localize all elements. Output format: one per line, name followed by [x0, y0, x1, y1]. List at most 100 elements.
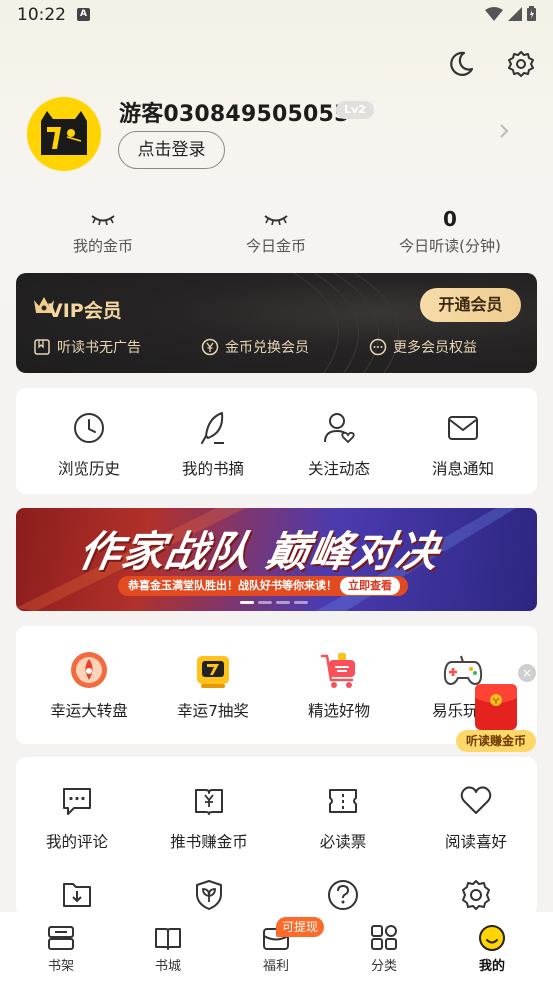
level-badge: Lv2	[336, 101, 374, 119]
activity-lucky7[interactable]: 幸运7抽奖	[148, 650, 278, 721]
quick-action-messages[interactable]: 消息通知	[398, 408, 528, 479]
login-button[interactable]: 点击登录	[118, 131, 225, 169]
activity-label: 精选好物	[307, 702, 370, 720]
pagination-dot	[240, 601, 254, 604]
gear-icon	[411, 875, 541, 915]
shopping-cart-icon	[274, 650, 404, 690]
banner-title: 作家战队 巅峰对决	[75, 527, 444, 576]
more-circle-icon	[369, 338, 387, 356]
lucky7-icon	[148, 650, 278, 690]
vip-perk-label: 更多会员权益	[393, 340, 477, 356]
tool-ticket[interactable]: 必读票	[278, 781, 408, 852]
clock-icon	[24, 408, 154, 448]
banner-cta-button[interactable]: 立即查看	[340, 577, 400, 595]
username: 游客030849505055	[119, 102, 350, 127]
tool-help[interactable]	[278, 875, 408, 915]
tools-card: 我的评论 推书赚金币 必读票 阅读喜好	[16, 757, 537, 917]
nav-label: 分类	[370, 959, 397, 974]
quick-action-label: 浏览历史	[57, 460, 120, 478]
battery-icon	[527, 6, 536, 21]
vip-perk-label: 金币兑换会员	[225, 340, 309, 356]
quick-action-notes[interactable]: 我的书摘	[148, 408, 278, 479]
settings-button[interactable]	[505, 48, 537, 80]
vip-perk-coin-exchange[interactable]: 金币兑换会员	[201, 337, 309, 357]
hidden-value-icon	[13, 205, 193, 233]
signal-icon	[508, 6, 522, 21]
floating-close-button[interactable]: ×	[518, 664, 536, 682]
wifi-icon	[485, 6, 503, 21]
quick-action-follow[interactable]: 关注动态	[274, 408, 404, 479]
stat-today-coins[interactable]: 今日金币	[186, 205, 366, 256]
book-icon	[34, 339, 50, 355]
tool-label: 推书赚金币	[170, 833, 248, 851]
activity-label: 幸运7抽奖	[177, 702, 249, 720]
grid-icon	[344, 924, 424, 952]
smile-icon	[452, 924, 532, 952]
nav-label: 福利	[262, 959, 289, 974]
heart-icon	[411, 781, 541, 821]
download-icon	[12, 875, 142, 915]
book-yen-icon	[144, 781, 274, 821]
help-icon	[278, 875, 408, 915]
red-packet-icon[interactable]	[475, 684, 517, 730]
nav-category[interactable]: 分类	[344, 924, 424, 974]
nav-label: 书城	[154, 959, 181, 974]
ticket-icon	[278, 781, 408, 821]
tool-label: 阅读喜好	[444, 833, 507, 851]
notification-icon: A	[77, 8, 90, 21]
night-mode-button[interactable]	[445, 48, 477, 80]
banner-pagination	[240, 601, 308, 604]
withdraw-badge: 可提现	[276, 917, 325, 937]
nav-label: 书架	[47, 959, 74, 974]
pagination-dot	[276, 601, 290, 604]
user-heart-icon	[274, 408, 404, 448]
nav-bookstore[interactable]: 书城	[128, 924, 208, 974]
stat-value: 0	[443, 207, 457, 231]
tool-label: 必读票	[319, 833, 367, 851]
vip-title: VIP会员	[48, 300, 122, 322]
stat-my-coins[interactable]: 我的金币	[13, 205, 193, 256]
hidden-value-icon	[186, 205, 366, 233]
gear-icon	[508, 51, 534, 77]
quill-icon	[148, 408, 278, 448]
cat-logo-icon	[41, 111, 87, 155]
moon-icon	[450, 51, 474, 76]
pagination-dot	[258, 601, 272, 604]
quick-action-history[interactable]: 浏览历史	[24, 408, 154, 479]
floating-earn-label[interactable]: 听读赚金币	[456, 730, 536, 752]
quick-action-label: 消息通知	[431, 460, 494, 478]
spin-wheel-icon	[24, 650, 154, 690]
open-book-icon	[128, 924, 208, 952]
vip-perk-more[interactable]: 更多会员权益	[369, 337, 477, 357]
leaf-shield-icon	[144, 875, 274, 915]
activity-wheel[interactable]: 幸运大转盘	[24, 650, 154, 721]
tool-youth-mode[interactable]	[144, 875, 274, 915]
tool-recommend[interactable]: 推书赚金币	[144, 781, 274, 852]
tool-comments[interactable]: 我的评论	[12, 781, 142, 852]
stat-label: 我的金币	[72, 237, 133, 255]
vip-perk-label: 听读书无广告	[57, 340, 141, 356]
nav-mine[interactable]: 我的	[452, 924, 532, 974]
nav-bookshelf[interactable]: 书架	[21, 924, 101, 974]
activities-card: 幸运大转盘 幸运7抽奖 精选好物 易乐玩游	[16, 626, 537, 744]
nav-label: 我的	[478, 959, 505, 974]
stat-today-listen[interactable]: 0 今日听读(分钟)	[360, 205, 540, 256]
comment-icon	[12, 781, 142, 821]
open-vip-button[interactable]: 开通会员	[420, 288, 521, 322]
quick-actions-card: 浏览历史 我的书摘 关注动态 消息通知	[16, 388, 537, 494]
quick-action-label: 关注动态	[307, 460, 370, 478]
activity-shopping[interactable]: 精选好物	[274, 650, 404, 721]
profile-chevron-icon[interactable]	[498, 122, 510, 144]
stat-label: 今日金币	[245, 237, 306, 255]
quick-action-label: 我的书摘	[181, 460, 244, 478]
tool-downloads[interactable]	[12, 875, 142, 915]
mail-icon	[398, 408, 528, 448]
tool-label: 我的评论	[45, 833, 108, 851]
tool-preferences[interactable]: 阅读喜好	[411, 781, 541, 852]
vip-perk-no-ads[interactable]: 听读书无广告	[33, 337, 141, 357]
avatar[interactable]	[27, 97, 101, 171]
bookshelf-icon	[21, 924, 101, 952]
pagination-dot	[294, 601, 308, 604]
status-time: 10:22	[17, 5, 66, 25]
tool-settings[interactable]	[411, 875, 541, 915]
